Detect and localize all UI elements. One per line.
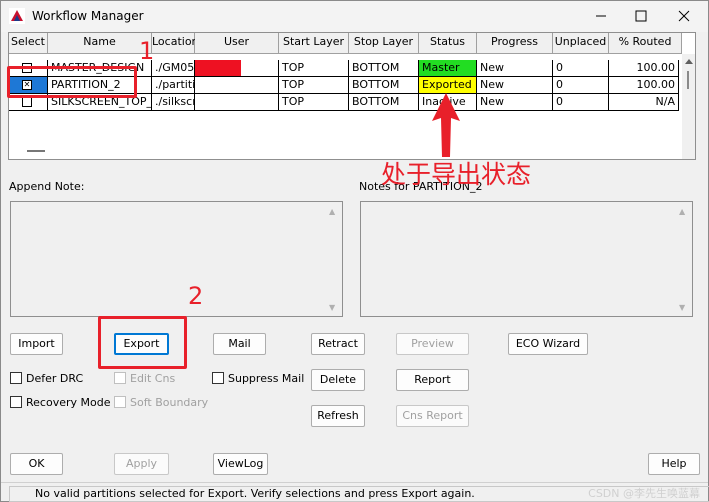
append-note-textarea[interactable]: ▲ ▼ <box>10 201 343 317</box>
checkbox-box[interactable] <box>114 372 126 384</box>
col-header-routed[interactable]: % Routed <box>609 33 682 54</box>
col-header-status[interactable]: Status <box>419 33 477 54</box>
col-header-stop-layer[interactable]: Stop Layer <box>349 33 419 54</box>
start-layer-cell: TOP <box>279 60 349 77</box>
workflow-manager-window: Workflow Manager Select Name Location Us… <box>0 0 709 502</box>
routed-cell: 100.00 <box>609 60 679 77</box>
cns-report-button[interactable]: Cns Report <box>396 405 469 427</box>
allegro-app-icon <box>9 8 25 24</box>
col-header-name[interactable]: Name <box>48 33 152 54</box>
eco-wizard-button[interactable]: ECO Wizard <box>508 333 588 355</box>
scroll-thumb[interactable] <box>687 71 689 89</box>
unplaced-cell: 0 <box>553 94 609 111</box>
close-icon[interactable] <box>673 6 695 26</box>
user-cell <box>195 60 279 77</box>
unplaced-cell: 0 <box>553 60 609 77</box>
user-cell <box>195 94 279 111</box>
edit-cns-checkbox[interactable]: Edit Cns <box>114 372 175 385</box>
annotation-callout-text: 处于导出状态 <box>381 160 532 189</box>
status-cell-master: Master <box>419 60 477 77</box>
annotation-box-export <box>98 316 187 369</box>
append-note-label: Append Note: <box>9 180 85 193</box>
stop-layer-cell: BOTTOM <box>349 60 419 77</box>
location-cell: ./silkscre <box>152 94 195 111</box>
user-cell <box>195 77 279 94</box>
col-header-start-layer[interactable]: Start Layer <box>279 33 349 54</box>
annotation-number-2: 2 <box>188 282 204 310</box>
soft-boundary-checkbox[interactable]: Soft Boundary <box>114 396 208 409</box>
window-title: Workflow Manager <box>32 9 144 23</box>
recovery-mode-checkbox[interactable]: Recovery Mode <box>10 396 110 409</box>
checkbox-box[interactable] <box>212 372 224 384</box>
progress-cell: New <box>477 77 553 94</box>
col-header-location[interactable]: Location <box>152 33 199 54</box>
scroll-down-icon[interactable]: ▼ <box>679 304 686 312</box>
col-header-unplaced[interactable]: Unplaced <box>553 33 609 54</box>
col-header-progress[interactable]: Progress <box>477 33 553 54</box>
annotation-number-1: 1 <box>139 37 155 65</box>
row-checkbox[interactable] <box>22 97 32 107</box>
col-header-user[interactable]: User <box>195 33 279 54</box>
start-layer-cell: TOP <box>279 94 349 111</box>
scroll-up-icon[interactable]: ▲ <box>329 208 336 216</box>
checkbox-box[interactable] <box>114 396 126 408</box>
edit-cns-label: Edit Cns <box>130 372 176 385</box>
title-bar: Workflow Manager <box>1 1 708 32</box>
stop-layer-cell: BOTTOM <box>349 77 419 94</box>
viewlog-button[interactable]: ViewLog <box>213 453 268 475</box>
grid-horizontal-scroll-thumb[interactable] <box>27 150 45 152</box>
scroll-up-icon[interactable]: ▲ <box>679 208 686 216</box>
checkbox-box[interactable] <box>10 372 22 384</box>
redacted-mark <box>195 60 241 76</box>
location-cell: ./partitio <box>152 77 195 94</box>
routed-cell: N/A <box>609 94 679 111</box>
progress-cell: New <box>477 94 553 111</box>
suppress-mail-checkbox[interactable]: Suppress Mail <box>212 372 304 385</box>
watermark: CSDN @李先生唤蓝幕 <box>588 487 700 500</box>
scroll-up-icon[interactable] <box>685 58 693 64</box>
import-button[interactable]: Import <box>10 333 63 355</box>
progress-cell: New <box>477 60 553 77</box>
recovery-mode-label: Recovery Mode <box>26 396 111 409</box>
delete-button[interactable]: Delete <box>311 369 365 391</box>
annotation-arrow-icon <box>432 93 460 157</box>
apply-button[interactable]: Apply <box>114 453 169 475</box>
minimize-icon[interactable] <box>590 6 612 26</box>
routed-cell: 100.00 <box>609 77 679 94</box>
grid-vertical-scrollbar[interactable] <box>682 54 695 159</box>
retract-button[interactable]: Retract <box>311 333 365 355</box>
soft-boundary-label: Soft Boundary <box>130 396 209 409</box>
suppress-mail-label: Suppress Mail <box>228 372 305 385</box>
mail-button[interactable]: Mail <box>213 333 266 355</box>
defer-drc-label: Defer DRC <box>26 372 84 385</box>
preview-button[interactable]: Preview <box>396 333 469 355</box>
partition-notes-textarea[interactable]: ▲ ▼ <box>360 201 693 317</box>
refresh-button[interactable]: Refresh <box>311 405 365 427</box>
col-header-select[interactable]: Select <box>9 33 48 54</box>
location-cell: ./GM052 <box>152 60 195 77</box>
start-layer-cell: TOP <box>279 77 349 94</box>
report-button[interactable]: Report <box>396 369 469 391</box>
defer-drc-checkbox[interactable]: Defer DRC <box>10 372 83 385</box>
annotation-box-partition-row <box>7 66 137 98</box>
stop-layer-cell: BOTTOM <box>349 94 419 111</box>
unplaced-cell: 0 <box>553 77 609 94</box>
help-button[interactable]: Help <box>648 453 700 475</box>
ok-button[interactable]: OK <box>10 453 63 475</box>
checkbox-box[interactable] <box>10 396 22 408</box>
scroll-down-icon[interactable]: ▼ <box>329 304 336 312</box>
maximize-icon[interactable] <box>630 6 652 26</box>
